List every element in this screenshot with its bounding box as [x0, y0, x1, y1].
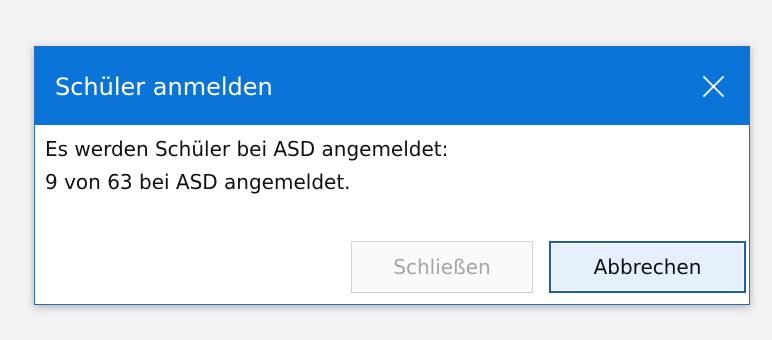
- close-icon: [702, 75, 724, 97]
- dialog-window: Schüler anmelden Es werden Schüler bei A…: [34, 46, 750, 305]
- dialog-title: Schüler anmelden: [55, 73, 273, 101]
- dialog-message: Es werden Schüler bei ASD angemeldet: 9 …: [45, 133, 737, 199]
- dialog-titlebar: Schüler anmelden: [35, 47, 749, 125]
- cancel-button[interactable]: Abbrechen: [549, 241, 746, 293]
- close-dialog-button: Schließen: [351, 241, 533, 293]
- progress-message-line: 9 von 63 bei ASD angemeldet.: [45, 170, 351, 194]
- close-button[interactable]: [677, 47, 749, 125]
- message-line: Es werden Schüler bei ASD angemeldet:: [45, 137, 449, 161]
